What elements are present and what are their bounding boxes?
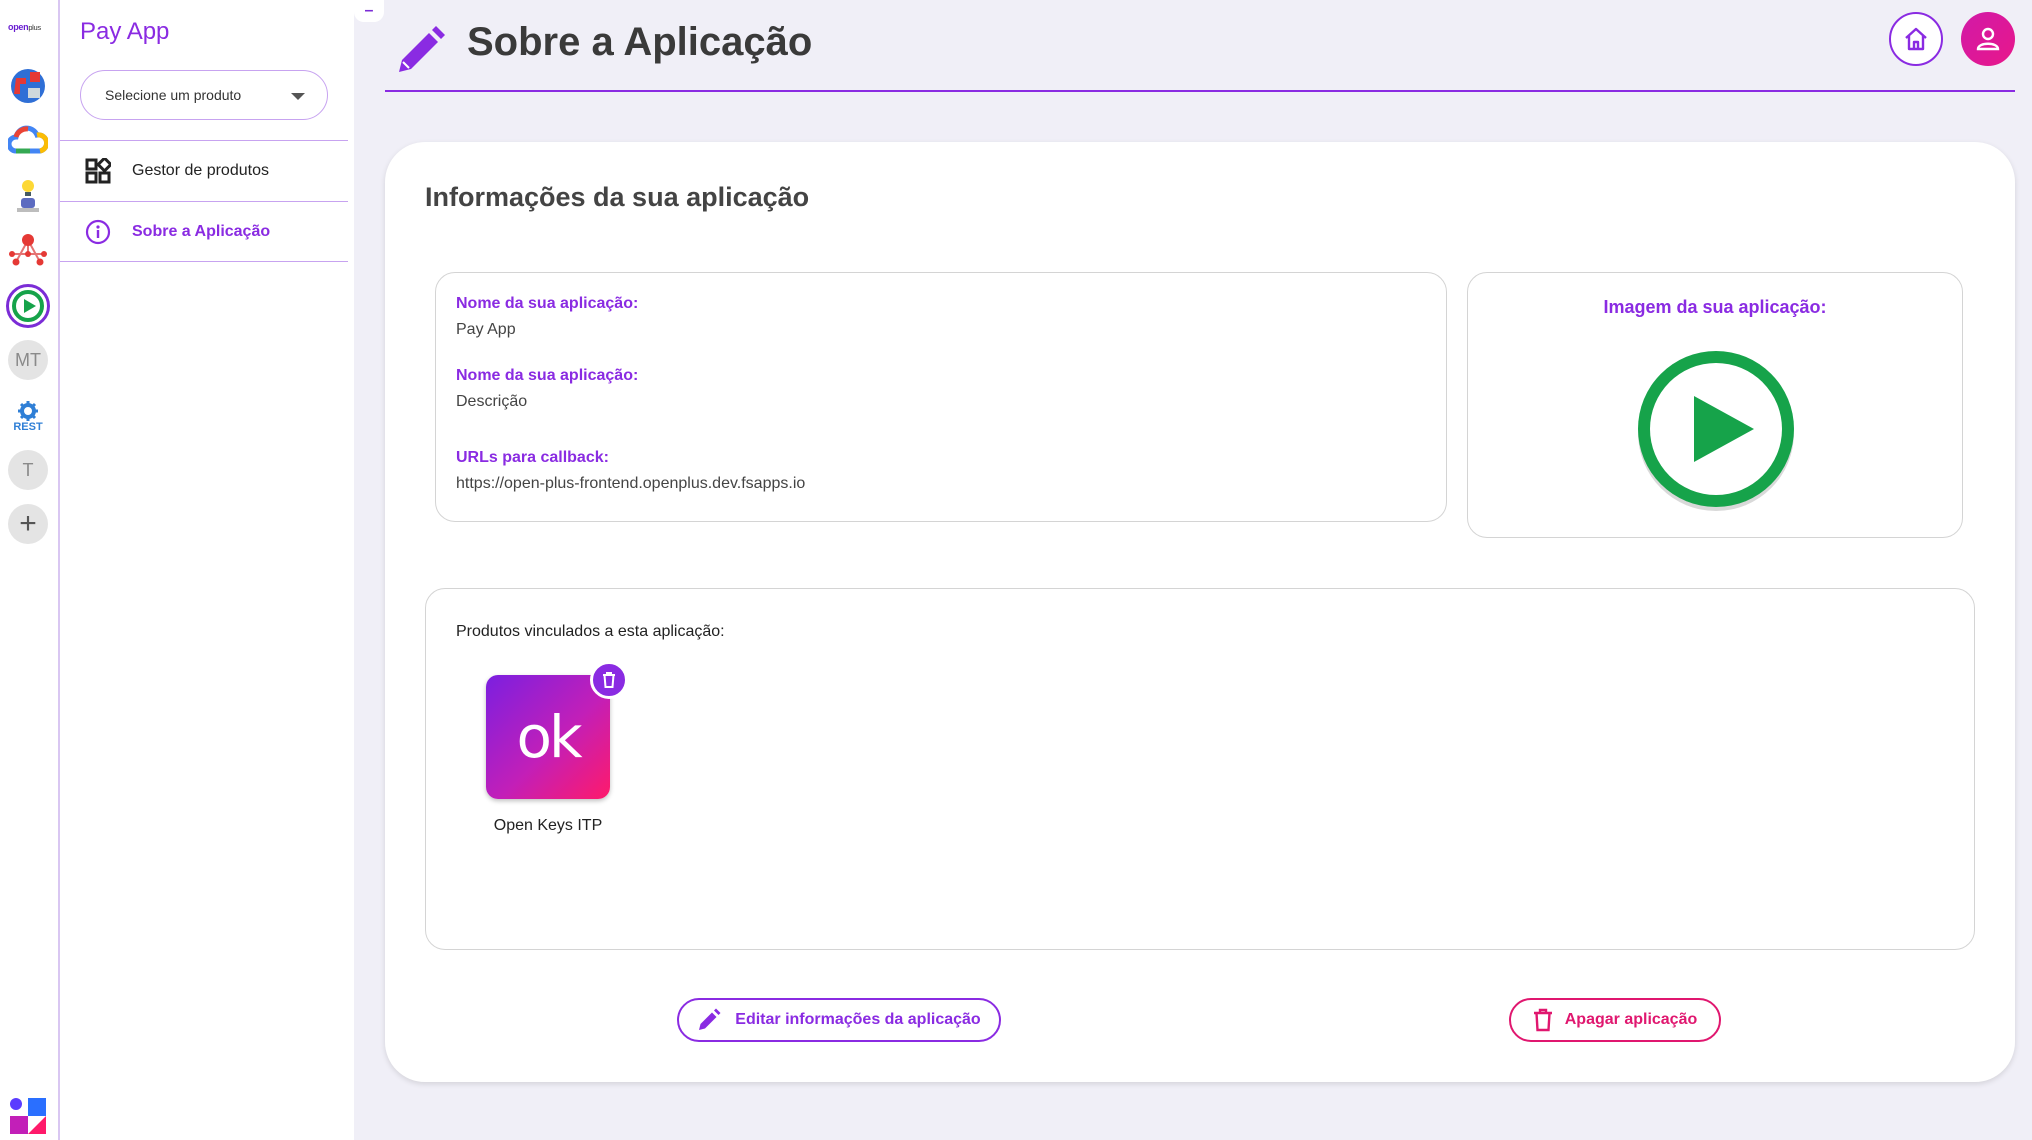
app-root: openplus MT REST T + Pay App Selecione u… [0, 0, 2032, 1140]
rail-app-t[interactable]: T [8, 450, 48, 490]
network-nodes-icon [9, 234, 47, 266]
pencil-icon [699, 1008, 721, 1030]
delete-app-label: Apagar aplicação [1564, 1011, 1698, 1028]
trash-icon [1533, 1008, 1552, 1032]
sidebar-item-label: Gestor de produtos [132, 162, 269, 179]
product-tile-open-keys[interactable]: ok [486, 675, 610, 799]
app-image-box: Imagem da sua aplicação: [1467, 272, 1963, 538]
app-play-logo-icon [1638, 351, 1794, 511]
sidebar-nav: Gestor de produtos Sobre a Aplicação [60, 140, 348, 262]
rail-add-app[interactable]: + [8, 504, 48, 544]
field-value-app-name: Pay App [456, 321, 516, 338]
home-icon [1905, 27, 1927, 51]
sidebar-app-name: Pay App [80, 18, 170, 45]
app-rail: openplus MT REST T + [0, 0, 60, 1140]
puzzle-globe-icon [11, 69, 45, 103]
rail-app-network[interactable] [8, 230, 48, 270]
rail-rest-label: REST [13, 420, 43, 433]
field-label-app-name: Nome da sua aplicação: [456, 295, 639, 312]
sidebar-item-about-app[interactable]: Sobre a Aplicação [60, 201, 348, 262]
chevron-down-icon [291, 93, 305, 100]
linked-products-label: Produtos vinculados a esta aplicação: [456, 623, 725, 640]
brand-blocks-icon [10, 1098, 46, 1134]
page-header: Sobre a Aplicação [385, 10, 2015, 92]
rail-app-pay-active[interactable] [6, 284, 50, 328]
product-logo-text: ok [516, 703, 582, 771]
app-details-box: Nome da sua aplicação: Pay App Nome da s… [435, 272, 1447, 522]
field-label-description: Nome da sua aplicação: [456, 367, 639, 384]
rail-app-mt[interactable]: MT [8, 340, 48, 380]
play-circle-icon [12, 290, 44, 322]
minus-icon: – [364, 2, 374, 19]
user-icon [1976, 27, 2000, 51]
grid-apps-icon [82, 155, 114, 187]
edit-app-button[interactable]: Editar informações da aplicação [677, 998, 1001, 1042]
google-cloud-icon [8, 125, 48, 154]
trash-icon [603, 672, 615, 688]
logo-text-bold: plus [28, 23, 41, 32]
linked-products-box: Produtos vinculados a esta aplicação: ok… [425, 588, 1975, 950]
rail-initials-t: T [22, 459, 34, 480]
remove-product-button[interactable] [590, 661, 628, 699]
app-image-label: Imagem da sua aplicação: [1603, 297, 1827, 317]
rail-app-rest[interactable]: REST [8, 396, 48, 436]
field-value-description: Descrição [456, 393, 528, 410]
rest-gear-icon [18, 400, 38, 421]
rail-initials-mt: MT [15, 349, 41, 370]
home-button[interactable] [1889, 12, 1943, 66]
sidebar-item-product-manager[interactable]: Gestor de produtos [60, 140, 348, 201]
person-bulb-icon [17, 180, 39, 212]
edit-app-label: Editar informações da aplicação [735, 1011, 981, 1028]
rail-app-puzzle[interactable] [8, 66, 48, 106]
rail-app-idea[interactable] [8, 176, 48, 216]
app-sidebar: Pay App Selecione um produto Gestor de p… [60, 0, 354, 1140]
product-select-placeholder: Selecione um produto [105, 87, 242, 103]
section-title: Informações da sua aplicação [425, 182, 810, 212]
plus-icon: + [19, 507, 37, 540]
openplus-logo[interactable]: openplus [8, 22, 41, 32]
product-select[interactable]: Selecione um produto [80, 70, 328, 120]
sidebar-item-label: Sobre a Aplicação [132, 222, 271, 240]
page-title: Sobre a Aplicação [467, 20, 813, 64]
field-value-callback-url: https://open-plus-frontend.openplus.dev.… [456, 475, 806, 492]
pencil-icon [399, 26, 445, 72]
delete-app-button[interactable]: Apagar aplicação [1509, 998, 1721, 1042]
field-label-callback-urls: URLs para callback: [456, 449, 609, 466]
user-profile-button[interactable] [1961, 12, 2015, 66]
rail-app-cloud[interactable] [8, 120, 48, 160]
info-circle-icon [82, 216, 114, 248]
product-name: Open Keys ITP [493, 817, 603, 834]
logo-text: open [8, 22, 29, 32]
rail-brand-mark [8, 1096, 48, 1136]
sidebar-collapse-button[interactable]: – [354, 0, 384, 22]
app-info-card: Informações da sua aplicação Nome da sua… [385, 142, 2015, 1082]
